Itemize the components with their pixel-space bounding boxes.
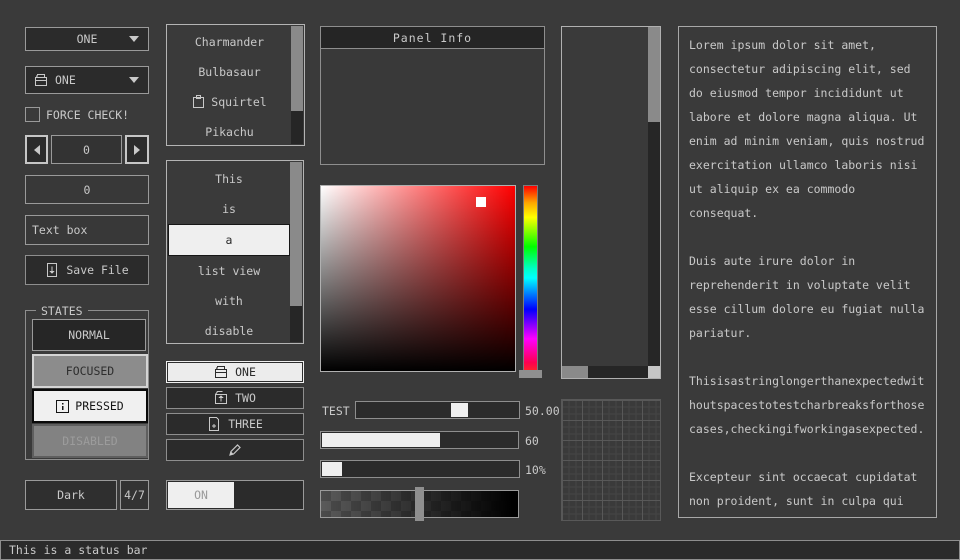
paragraph: Duis aute irure dolor in reprehenderit i…: [689, 249, 926, 345]
chevron-down-icon: [128, 76, 140, 84]
scroll-panel: [561, 26, 661, 379]
pressed-label: PRESSED: [75, 399, 123, 413]
save-icon: [45, 263, 59, 277]
dropdown-plain-value: ONE: [77, 32, 98, 46]
color-picker[interactable]: [320, 185, 516, 372]
list-item-list-view[interactable]: list view: [168, 256, 290, 286]
list-item-is[interactable]: is: [168, 194, 290, 224]
test-slider-handle[interactable]: [451, 403, 468, 417]
states-group-title: STATES: [36, 304, 88, 318]
three-button-label: THREE: [228, 417, 263, 431]
word-list: This is a list view with disable: [166, 160, 304, 344]
test-slider-label: TEST: [322, 404, 350, 418]
alpha-handle[interactable]: [415, 487, 424, 521]
scroll-corner: [648, 366, 660, 378]
list-item-bulbasaur[interactable]: Bulbasaur: [169, 57, 290, 87]
one-button-label: ONE: [235, 365, 256, 379]
folder-icon: [34, 73, 48, 87]
spinner-dec-button[interactable]: [25, 135, 48, 164]
dropdown-icon-value: ONE: [55, 73, 76, 87]
scrollbar-thumb[interactable]: [290, 162, 302, 306]
three-button[interactable]: THREE: [166, 413, 304, 435]
value-box[interactable]: 0: [25, 175, 149, 204]
status-text: This is a status bar: [9, 543, 147, 557]
arrow-right-icon: [133, 144, 141, 156]
list-item-disable[interactable]: disable: [168, 316, 290, 346]
dropdown-plain[interactable]: ONE: [25, 27, 149, 51]
color-cursor[interactable]: [476, 197, 486, 207]
toggle-knob[interactable]: ON: [168, 482, 234, 508]
lorem-panel: Lorem ipsum dolor sit amet, consectetur …: [678, 26, 937, 518]
chevron-down-icon: [128, 35, 140, 43]
test-slider[interactable]: [355, 401, 520, 419]
info-panel: Panel Info: [320, 26, 545, 165]
disabled-button: DISABLED: [32, 424, 148, 458]
clipboard-icon: [192, 95, 205, 109]
folder-upload-icon: [214, 391, 228, 405]
info-panel-title: Panel Info: [321, 27, 544, 49]
list-item-with[interactable]: with: [168, 286, 290, 316]
scrollbar-thumb[interactable]: [562, 366, 588, 378]
list-item-a-selected[interactable]: a: [168, 224, 290, 256]
progress-value-10: 10%: [525, 463, 546, 477]
v-scrollbar[interactable]: [648, 27, 660, 366]
progress-fill: [322, 462, 342, 476]
spinner-value[interactable]: 0: [51, 135, 122, 164]
folder-open-icon: [214, 365, 228, 379]
h-scrollbar[interactable]: [562, 366, 648, 378]
status-bar: This is a status bar: [0, 540, 960, 560]
two-button-label: TWO: [235, 391, 256, 405]
checkbox-box[interactable]: [25, 107, 40, 122]
paragraph: Excepteur sint occaecat cupidatat non pr…: [689, 465, 926, 518]
progress-bar-60: [320, 431, 519, 449]
alpha-slider[interactable]: [320, 490, 519, 518]
list-item-pikachu[interactable]: Pikachu: [169, 117, 290, 147]
progress-value-60: 60: [525, 434, 539, 448]
arrow-left-icon: [33, 144, 41, 156]
grid-panel[interactable]: [561, 399, 661, 521]
save-file-button[interactable]: Save File: [25, 255, 149, 285]
test-slider-value: 50.00: [525, 404, 560, 418]
scrollbar-thumb[interactable]: [291, 26, 303, 111]
pencil-icon: [227, 442, 243, 458]
style-selector-button[interactable]: Dark: [25, 480, 117, 510]
two-button[interactable]: TWO: [166, 387, 304, 409]
list-item-squirtel[interactable]: Squirtel: [169, 87, 290, 117]
pokemon-list-scrollbar[interactable]: [291, 26, 303, 144]
paragraph: Thisisastringlongerthanexpectedwithoutsp…: [689, 369, 926, 441]
hue-handle[interactable]: [519, 370, 542, 378]
word-list-scrollbar[interactable]: [290, 162, 302, 342]
pressed-button[interactable]: PRESSED: [32, 389, 148, 423]
normal-button[interactable]: NORMAL: [32, 319, 146, 351]
force-checkbox[interactable]: FORCE CHECK!: [25, 107, 149, 122]
list-item-charmander[interactable]: Charmander: [169, 27, 290, 57]
scrollbar-thumb[interactable]: [648, 27, 660, 122]
states-group: STATES NORMAL FOCUSED PRESSED DISABLED: [25, 310, 149, 460]
checkbox-label: FORCE CHECK!: [46, 108, 129, 122]
pokemon-list: Charmander Bulbasaur Squirtel Pikachu: [166, 24, 305, 146]
progress-bar-10: [320, 460, 520, 478]
pencil-button[interactable]: [166, 439, 304, 461]
style-index-box[interactable]: 4/7: [120, 480, 149, 510]
save-file-label: Save File: [66, 263, 128, 277]
list-item-this[interactable]: This: [168, 164, 290, 194]
on-toggle[interactable]: ON: [166, 480, 304, 510]
one-button[interactable]: ONE: [166, 361, 304, 383]
spinner-inc-button[interactable]: [125, 135, 149, 164]
file-plus-icon: [207, 417, 221, 431]
hue-bar[interactable]: [523, 185, 538, 371]
focused-button[interactable]: FOCUSED: [32, 354, 148, 388]
info-icon: [56, 400, 69, 413]
window: ONE ONE FORCE CHECK! 0 0 Text box Save F…: [0, 0, 960, 560]
progress-fill: [322, 433, 440, 447]
paragraph: Lorem ipsum dolor sit amet, consectetur …: [689, 33, 926, 225]
dropdown-icon[interactable]: ONE: [25, 66, 149, 94]
text-box-input[interactable]: Text box: [25, 215, 149, 245]
